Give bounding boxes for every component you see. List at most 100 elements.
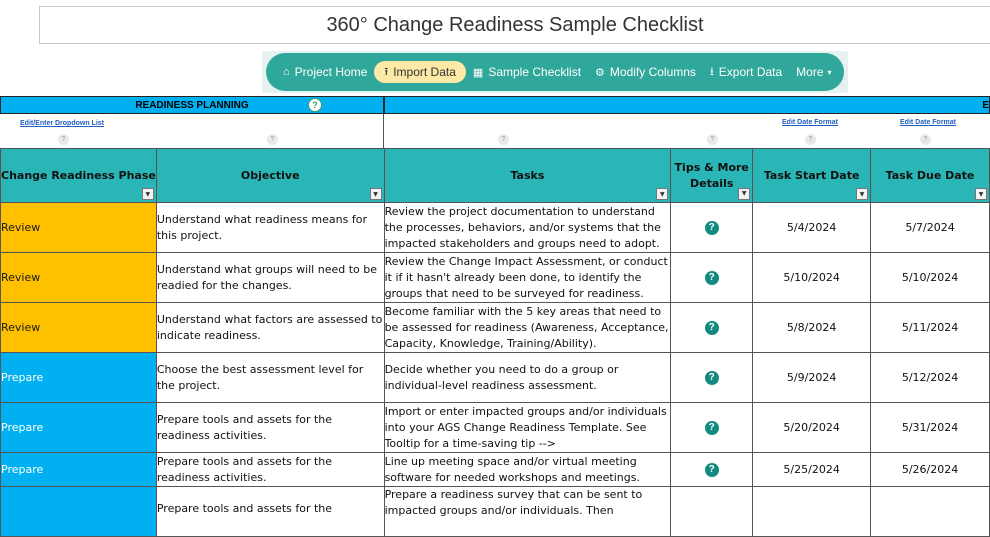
readiness-planning-band: READINESS PLANNING ? xyxy=(0,96,384,114)
due-date-cell[interactable]: 5/26/2024 xyxy=(870,452,990,487)
tips-cell: ? xyxy=(670,402,754,453)
right-section-band: E xyxy=(384,96,990,114)
edit-date-format-link[interactable]: Edit Date Format xyxy=(900,119,956,126)
info-icon[interactable]: ? xyxy=(704,270,719,285)
col-header-tasks: Tasks ▼ xyxy=(383,148,672,203)
task-cell[interactable]: Line up meeting space and/or virtual mee… xyxy=(383,452,672,487)
nav-sample-checklist[interactable]: ▦ Sample Checklist xyxy=(466,61,588,83)
info-icon[interactable]: ? xyxy=(704,462,719,477)
objective-cell[interactable]: Understand what factors are assessed to … xyxy=(155,302,385,353)
help-icon[interactable]: ? xyxy=(707,134,718,145)
nav-more-dropdown[interactable]: More ▾ xyxy=(789,61,838,83)
col-header-objective: Objective ▼ xyxy=(155,148,385,203)
start-date-cell[interactable]: 5/4/2024 xyxy=(752,202,872,253)
phase-cell[interactable]: Review xyxy=(0,302,157,353)
nav-project-home[interactable]: ⌂ Project Home xyxy=(276,61,374,83)
help-icon[interactable]: ? xyxy=(58,134,69,145)
filter-dropdown-icon[interactable]: ▼ xyxy=(975,188,987,200)
nav-label: Export Data xyxy=(718,65,783,79)
objective-cell[interactable]: Prepare tools and assets for the readine… xyxy=(155,452,385,487)
help-icon[interactable]: ? xyxy=(805,134,816,145)
start-date-cell[interactable]: 5/9/2024 xyxy=(752,352,872,403)
objective-cell[interactable]: Prepare tools and assets for the readine… xyxy=(155,402,385,453)
col-header-phase: Change Readiness Phase ▼ xyxy=(0,148,157,203)
info-icon[interactable]: ? xyxy=(704,420,719,435)
nav-label: More xyxy=(796,65,824,79)
info-icon[interactable]: ? xyxy=(704,320,719,335)
phase-cell[interactable]: Prepare xyxy=(0,402,157,453)
filter-dropdown-icon[interactable]: ▼ xyxy=(369,188,382,200)
edit-dropdown-link[interactable]: Edit/Enter Dropdown List xyxy=(20,120,104,127)
due-date-cell[interactable]: 5/10/2024 xyxy=(870,252,990,303)
start-date-cell[interactable] xyxy=(752,486,872,537)
header-row: Change Readiness Phase ▼ Objective ▼ Tasks… xyxy=(0,148,990,203)
table-row: Review Understand what readiness means f… xyxy=(0,202,990,253)
objective-cell[interactable]: Prepare tools and assets for the xyxy=(155,486,385,537)
filter-dropdown-icon[interactable]: ▼ xyxy=(738,188,751,200)
start-date-cell[interactable]: 5/10/2024 xyxy=(752,252,872,303)
tips-cell: ? xyxy=(670,302,754,353)
due-date-cell[interactable]: 5/12/2024 xyxy=(870,352,990,403)
nav-import-data[interactable]: ⭱ Import Data xyxy=(374,61,466,83)
edit-date-format-link[interactable]: Edit Date Format xyxy=(782,119,838,126)
header-label: Tips & More Details xyxy=(674,160,749,190)
phase-cell[interactable]: Review xyxy=(0,202,157,253)
nav-label: Sample Checklist xyxy=(488,65,582,79)
help-icon[interactable]: ? xyxy=(498,134,509,145)
header-label: Task Start Date xyxy=(763,169,860,182)
help-icon[interactable]: ? xyxy=(267,134,278,145)
phase-cell[interactable]: Prepare xyxy=(0,352,157,403)
table-row: Prepare Prepare tools and assets for the… xyxy=(0,452,990,487)
start-date-cell[interactable]: 5/8/2024 xyxy=(752,302,872,353)
filter-dropdown-icon[interactable]: ▼ xyxy=(856,188,869,200)
due-date-cell[interactable]: 5/31/2024 xyxy=(870,402,990,453)
tips-cell: ? xyxy=(670,352,754,403)
help-icon[interactable]: ? xyxy=(920,134,931,145)
table-row: Review Understand what factors are asses… xyxy=(0,302,990,353)
tips-cell xyxy=(670,486,754,537)
phase-cell[interactable]: Prepare xyxy=(0,452,157,487)
phase-cell[interactable] xyxy=(0,486,157,537)
info-icon[interactable]: ? xyxy=(704,220,719,235)
toolbar-background: ⌂ Project Home ⭱ Import Data ▦ Sample Ch… xyxy=(262,51,848,93)
start-date-cell[interactable]: 5/20/2024 xyxy=(752,402,872,453)
filter-dropdown-icon[interactable]: ▼ xyxy=(656,188,669,200)
nav-label: Project Home xyxy=(294,65,368,79)
gear-icon: ⚙ xyxy=(595,66,605,79)
nav-label: Import Data xyxy=(393,65,456,79)
task-cell[interactable]: Become familiar with the 5 key areas tha… xyxy=(383,302,672,353)
band-label: E xyxy=(982,99,989,111)
tips-cell: ? xyxy=(670,452,754,487)
page-title: 360° Change Readiness Sample Checklist xyxy=(39,6,990,44)
filter-dropdown-icon[interactable]: ▼ xyxy=(141,188,154,200)
objective-cell[interactable]: Understand what readiness means for this… xyxy=(155,202,385,253)
column-divider xyxy=(383,114,384,148)
grid-icon: ▦ xyxy=(472,66,484,79)
table-row: Review Understand what groups will need … xyxy=(0,252,990,303)
table-row: Prepare Prepare tools and assets for the… xyxy=(0,402,990,453)
help-icon[interactable]: ? xyxy=(308,98,322,112)
objective-cell[interactable]: Choose the best assessment level for the… xyxy=(155,352,385,403)
info-icon[interactable]: ? xyxy=(704,370,719,385)
main-nav: ⌂ Project Home ⭱ Import Data ▦ Sample Ch… xyxy=(266,53,844,91)
nav-modify-columns[interactable]: ⚙ Modify Columns xyxy=(588,61,703,83)
checklist-table: Change Readiness Phase ▼ Objective ▼ Tasks… xyxy=(0,148,990,537)
task-cell[interactable]: Prepare a readiness survey that can be s… xyxy=(383,486,672,537)
due-date-cell[interactable]: 5/7/2024 xyxy=(870,202,990,253)
start-date-cell[interactable]: 5/25/2024 xyxy=(752,452,872,487)
task-cell[interactable]: Review the project documentation to unde… xyxy=(383,202,672,253)
objective-cell[interactable]: Understand what groups will need to be r… xyxy=(155,252,385,303)
col-header-start-date: Task Start Date ▼ xyxy=(752,148,872,203)
phase-cell[interactable]: Review xyxy=(0,252,157,303)
task-cell[interactable]: Decide whether you need to do a group or… xyxy=(383,352,672,403)
task-cell[interactable]: Review the Change Impact Assessment, or … xyxy=(383,252,672,303)
nav-export-data[interactable]: ⭳ Export Data xyxy=(703,61,789,83)
band-label: READINESS PLANNING xyxy=(135,99,249,111)
col-header-tips: Tips & More Details ▼ xyxy=(670,148,754,203)
task-cell[interactable]: Import or enter impacted groups and/or i… xyxy=(383,402,672,453)
tips-cell: ? xyxy=(670,252,754,303)
home-icon: ⌂ xyxy=(283,66,290,78)
due-date-cell[interactable] xyxy=(870,486,990,537)
tips-cell: ? xyxy=(670,202,754,253)
due-date-cell[interactable]: 5/11/2024 xyxy=(870,302,990,353)
